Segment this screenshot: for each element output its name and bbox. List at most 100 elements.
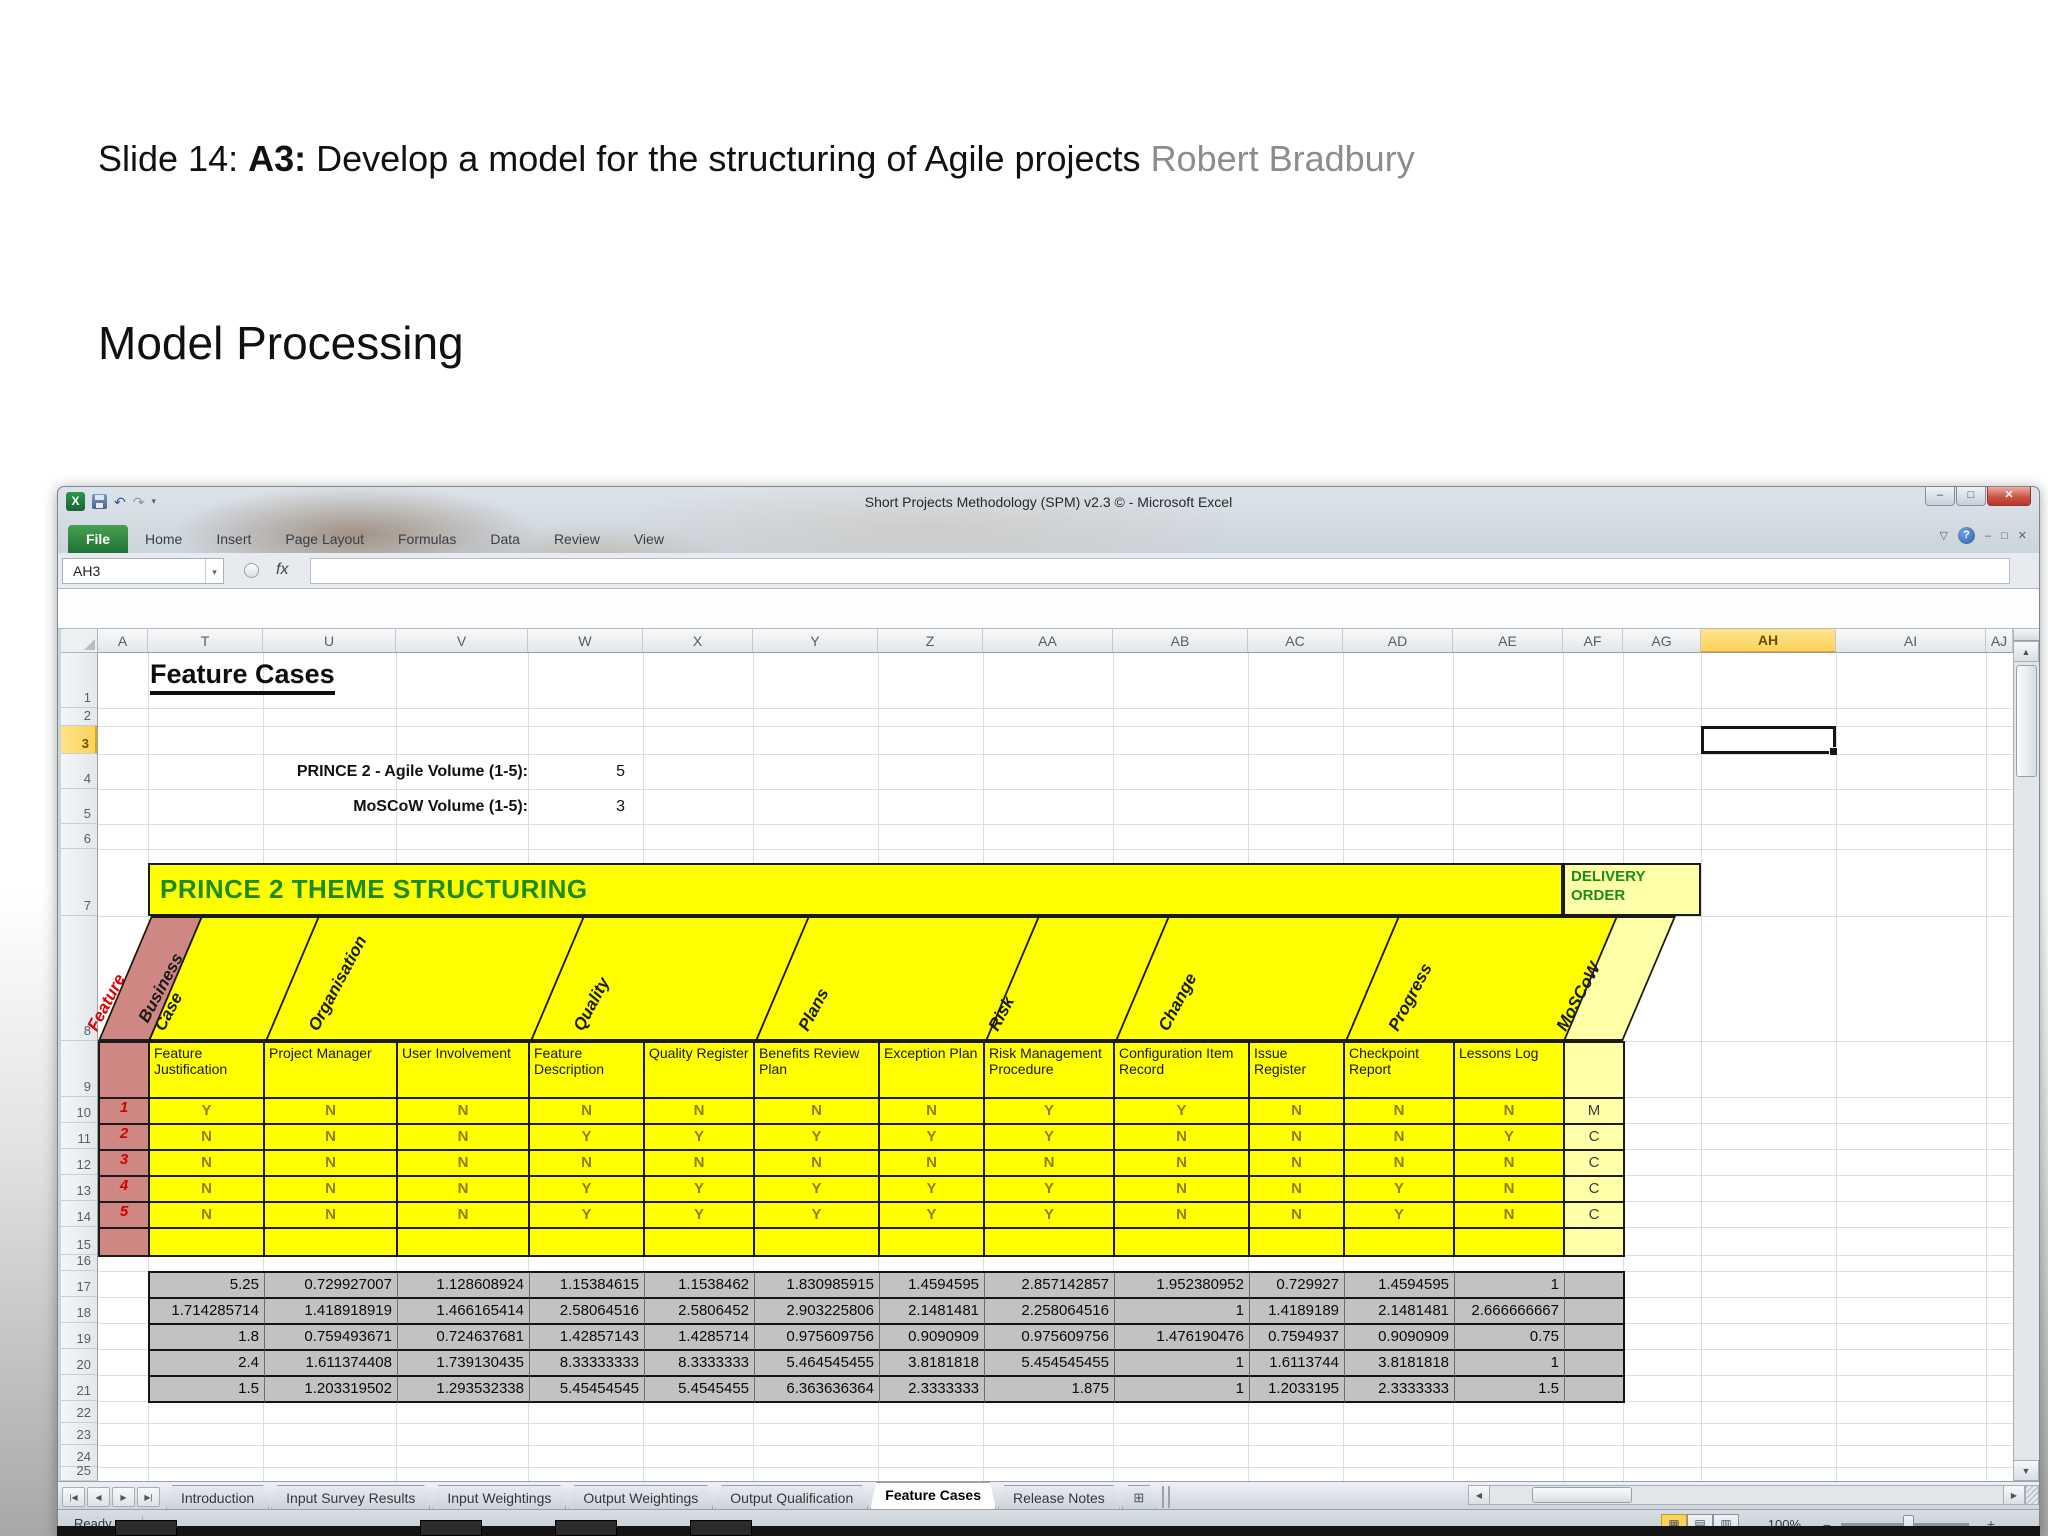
yn-cell[interactable]: Y [150,1099,265,1125]
yn-cell[interactable]: Y [1455,1125,1565,1151]
weight-cell[interactable]: 1.739130435 [398,1351,530,1377]
insert-worksheet-icon[interactable]: ⊞ [1122,1485,1156,1509]
feature-number-cell[interactable]: 2 [100,1125,150,1151]
weight-cell[interactable]: 6.363636364 [755,1377,880,1403]
weight-empty-cell[interactable] [1565,1273,1625,1299]
weight-cell[interactable]: 1.42857143 [530,1325,645,1351]
yn-cell[interactable]: N [880,1151,985,1177]
row-header[interactable]: 4 [61,754,97,789]
weight-cell[interactable]: 1.128608924 [398,1273,530,1299]
weight-cell[interactable]: 1.418918919 [265,1299,398,1325]
workbook-minimize-icon[interactable]: – [1985,530,1991,542]
weight-cell[interactable]: 2.3333333 [880,1377,985,1403]
moscow-cell[interactable]: M [1565,1099,1625,1125]
weight-cell[interactable]: 2.1481481 [1345,1299,1455,1325]
weight-cell[interactable]: 3.8181818 [880,1351,985,1377]
ribbon-tab[interactable]: Page Layout [268,525,381,553]
select-all-corner[interactable] [61,629,98,653]
weight-cell[interactable]: 1.4594595 [880,1273,985,1299]
column-header[interactable]: AG [1623,629,1701,652]
vertical-scrollbar[interactable]: ▲ ▼ [2013,629,2039,1481]
yn-cell[interactable]: Y [1345,1177,1455,1203]
weight-cell[interactable]: 1.714285714 [150,1299,265,1325]
weight-cell[interactable]: 0.9090909 [1345,1325,1455,1351]
weight-cell[interactable]: 5.454545455 [985,1351,1115,1377]
product-header-cell[interactable]: Risk Management Procedure [985,1043,1115,1099]
row-header[interactable]: 13 [61,1175,97,1201]
next-sheet-icon[interactable]: ▶ [112,1487,135,1507]
close-button[interactable]: ✕ [1987,487,2031,506]
yn-cell[interactable]: N [398,1099,530,1125]
yn-cell[interactable]: Y [880,1177,985,1203]
weight-cell[interactable]: 0.759493671 [265,1325,398,1351]
sheet-tab[interactable]: Feature Cases [870,1482,996,1509]
moscow-cell[interactable]: C [1565,1151,1625,1177]
split-handle[interactable] [2014,629,2039,641]
column-header[interactable]: Z [878,629,983,652]
weight-cell[interactable]: 1.4285714 [645,1325,755,1351]
weight-cell[interactable]: 0.724637681 [398,1325,530,1351]
column-header[interactable]: T [148,629,263,652]
yn-cell[interactable]: N [398,1177,530,1203]
row-header[interactable]: 5 [61,789,97,824]
product-header-cell[interactable]: Lessons Log [1455,1043,1565,1099]
row-header[interactable]: 11 [61,1123,97,1149]
moscow-volume-label[interactable]: MoSCoW Volume (1-5): [148,798,528,816]
title-bar[interactable]: X ↶ ↷ ▾ Short Projects Methodology (SPM)… [58,487,2039,519]
weight-cell[interactable]: 2.1481481 [880,1299,985,1325]
column-header[interactable]: U [263,629,396,652]
weight-cell[interactable]: 1 [1455,1273,1565,1299]
moscow-header-cell[interactable] [1565,1043,1625,1099]
row-header[interactable]: 25 [61,1463,97,1481]
weight-cell[interactable]: 2.258064516 [985,1299,1115,1325]
weight-cell[interactable]: 1 [1455,1351,1565,1377]
yn-cell[interactable]: N [1455,1151,1565,1177]
yn-cell[interactable]: N [1250,1099,1345,1125]
weight-empty-cell[interactable] [1565,1351,1625,1377]
product-header-cell[interactable]: User Involvement [398,1043,530,1099]
weight-cell[interactable]: 1.1538462 [645,1273,755,1299]
yn-cell[interactable]: N [1250,1151,1345,1177]
yn-cell[interactable]: N [1345,1099,1455,1125]
delivery-order-cell[interactable]: DELIVERY ORDER [1563,863,1701,916]
weight-cell[interactable]: 1 [1115,1351,1250,1377]
product-header-cell[interactable]: Checkpoint Report [1345,1043,1455,1099]
row-header[interactable]: 17 [61,1271,97,1297]
ribbon-tab[interactable]: Insert [199,525,268,553]
feature-number-cell[interactable]: 3 [100,1151,150,1177]
yn-cell[interactable]: N [1250,1203,1345,1229]
ribbon-tab[interactable]: Review [537,525,617,553]
row-header[interactable]: 20 [61,1349,97,1375]
window-resize-grip[interactable] [2025,1485,2039,1505]
yn-cell[interactable]: N [1115,1151,1250,1177]
sheet-tab[interactable]: Input Weightings [432,1485,566,1509]
agile-volume-value[interactable]: 5 [528,763,643,781]
yn-cell[interactable]: N [530,1099,645,1125]
yn-cell[interactable]: N [645,1151,755,1177]
sheet-tab[interactable]: Release Notes [998,1485,1120,1509]
yn-cell[interactable]: N [150,1125,265,1151]
yn-cell[interactable]: Y [645,1177,755,1203]
weight-cell[interactable]: 1.466165414 [398,1299,530,1325]
yn-cell[interactable]: N [265,1099,398,1125]
selected-cell-ah3[interactable] [1701,726,1838,756]
yn-cell[interactable]: N [1115,1203,1250,1229]
yn-cell[interactable]: N [1345,1125,1455,1151]
weight-cell[interactable]: 2.4 [150,1351,265,1377]
sheet-title-cell[interactable]: Feature Cases [150,659,335,695]
weight-cell[interactable]: 2.58064516 [530,1299,645,1325]
column-header[interactable]: AD [1343,629,1453,652]
row-header[interactable]: 22 [61,1401,97,1423]
yn-cell[interactable]: Y [530,1177,645,1203]
moscow-volume-value[interactable]: 3 [528,798,643,816]
product-header-cell[interactable]: Benefits Review Plan [755,1043,880,1099]
product-header-cell[interactable]: Feature Justification [150,1043,265,1099]
yn-cell[interactable]: N [755,1099,880,1125]
weight-cell[interactable]: 1.203319502 [265,1377,398,1403]
yn-cell[interactable]: N [150,1151,265,1177]
column-header[interactable]: AA [983,629,1113,652]
feature-number-cell[interactable] [100,1229,150,1257]
ribbon-tab[interactable]: Formulas [381,525,473,553]
product-header-cell[interactable]: Project Manager [265,1043,398,1099]
scroll-down-icon[interactable]: ▼ [2014,1460,2039,1481]
